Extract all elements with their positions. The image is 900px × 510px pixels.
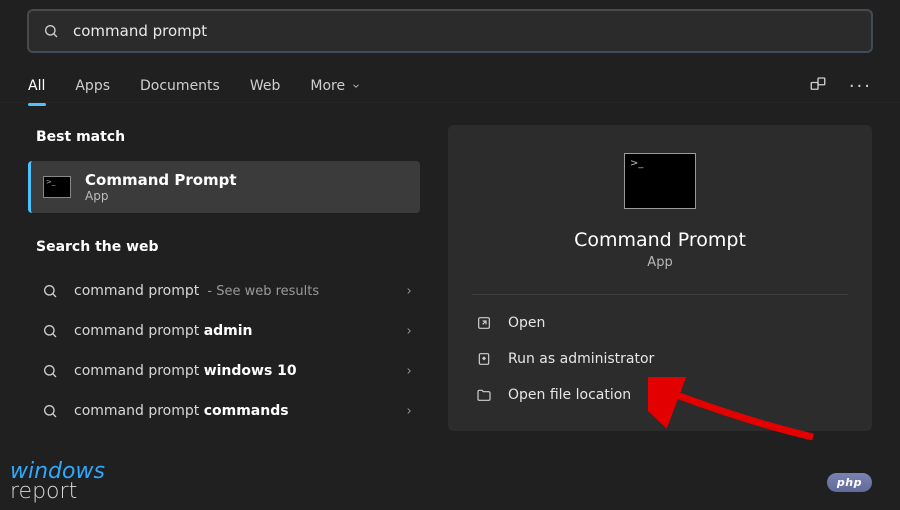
chevron-down-icon: [351, 81, 361, 91]
tab-label: More: [310, 78, 345, 94]
search-input[interactable]: [73, 22, 857, 40]
search-bar[interactable]: [28, 10, 872, 52]
folder-icon: [476, 387, 492, 403]
web-result[interactable]: command prompt - See web results: [28, 271, 420, 311]
search-icon: [43, 23, 59, 39]
action-open[interactable]: Open: [472, 305, 848, 341]
action-open-file-location[interactable]: Open file location: [472, 377, 848, 413]
action-label: Open file location: [508, 387, 631, 403]
search-web-heading: Search the web: [36, 239, 420, 255]
tab-web[interactable]: Web: [250, 70, 281, 102]
chevron-right-icon: [404, 406, 414, 416]
chevron-right-icon: [404, 326, 414, 336]
tab-all[interactable]: All: [28, 70, 45, 102]
tab-label: Web: [250, 78, 281, 94]
preview-subtitle: App: [647, 255, 672, 270]
web-result-text: command prompt commands: [74, 403, 404, 419]
result-title: Command Prompt: [85, 171, 237, 189]
web-result-text: command prompt admin: [74, 323, 404, 339]
chevron-right-icon: [404, 366, 414, 376]
shield-icon: [476, 351, 492, 367]
preview-panel: Command Prompt App Open Run as administr…: [448, 125, 872, 431]
filter-tabs: All Apps Documents Web More ···: [0, 70, 900, 103]
search-icon: [42, 363, 58, 379]
action-label: Open: [508, 315, 545, 331]
tab-more[interactable]: More: [310, 70, 361, 102]
chevron-right-icon: [404, 286, 414, 296]
tab-label: Documents: [140, 78, 220, 94]
web-result[interactable]: command prompt windows 10: [28, 351, 420, 391]
more-options-button[interactable]: ···: [849, 76, 872, 97]
results-panel: Best match Command Prompt App Search the…: [28, 125, 420, 431]
web-result-text: command prompt - See web results: [74, 283, 404, 299]
php-badge: php: [827, 473, 872, 492]
web-result[interactable]: command prompt commands: [28, 391, 420, 431]
preview-title: Command Prompt: [574, 229, 746, 251]
open-icon: [476, 315, 492, 331]
web-result[interactable]: command prompt admin: [28, 311, 420, 351]
best-match-heading: Best match: [36, 129, 420, 145]
tab-documents[interactable]: Documents: [140, 70, 220, 102]
command-prompt-icon: [43, 176, 71, 198]
action-run-as-administrator[interactable]: Run as administrator: [472, 341, 848, 377]
watermark: windowsreport: [10, 462, 105, 502]
action-label: Run as administrator: [508, 351, 654, 367]
active-tab-indicator: [28, 103, 46, 106]
result-subtitle: App: [85, 189, 237, 203]
tab-label: Apps: [75, 78, 110, 94]
search-icon: [42, 323, 58, 339]
best-match-result[interactable]: Command Prompt App: [28, 161, 420, 213]
apps-link-icon[interactable]: [809, 75, 827, 97]
divider: [472, 294, 848, 295]
search-icon: [42, 403, 58, 419]
search-icon: [42, 283, 58, 299]
tab-label: All: [28, 78, 45, 94]
tab-apps[interactable]: Apps: [75, 70, 110, 102]
command-prompt-icon: [624, 153, 696, 209]
web-result-text: command prompt windows 10: [74, 363, 404, 379]
